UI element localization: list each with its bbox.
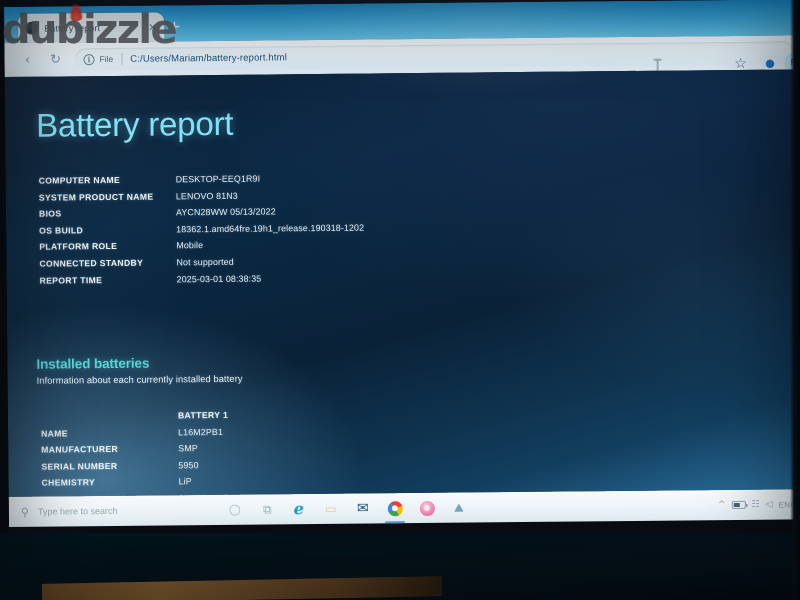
file-explorer-icon[interactable]: ▭ bbox=[315, 494, 347, 524]
table-header-row: BATTERY 1 bbox=[41, 410, 230, 428]
photos-icon[interactable]: ⛰ bbox=[443, 493, 475, 523]
network-icon[interactable]: ☷ bbox=[752, 499, 760, 509]
avatar-glyph: ● bbox=[765, 56, 775, 70]
edge-icon[interactable]: e bbox=[283, 494, 315, 524]
cortana-icon[interactable]: ○ bbox=[219, 495, 251, 525]
chrome-icon[interactable] bbox=[379, 493, 411, 524]
chevron-up-icon[interactable]: ^ bbox=[718, 500, 726, 510]
row-value: LiP bbox=[178, 476, 192, 487]
pink-app-glyph bbox=[419, 500, 435, 516]
installed-batteries-section: Installed batteries Information about ea… bbox=[36, 355, 242, 386]
edge-glyph: e bbox=[293, 499, 305, 519]
address-bar[interactable]: i File C:/Users/Mariam/battery-report.ht… bbox=[74, 40, 795, 71]
battery-report-page: Battery report COMPUTER NAME DESKTOP-EEQ… bbox=[4, 69, 800, 497]
reload-icon[interactable]: ↻ bbox=[44, 48, 66, 70]
battery-details-table: BATTERY 1 NAME L16M2PB1 MANUFACTURER SMP… bbox=[41, 410, 230, 497]
search-placeholder: Type here to search bbox=[37, 505, 118, 517]
laptop-screen: Battery report × + ‹ ↻ i File C:/Users/M… bbox=[4, 0, 800, 535]
row-label: MANUFACTURER bbox=[41, 444, 119, 455]
speaker-icon[interactable]: ◁ bbox=[766, 499, 773, 509]
divider bbox=[121, 52, 123, 65]
laptop-bezel-right bbox=[790, 0, 800, 600]
column-header-battery-1: BATTERY 1 bbox=[177, 409, 229, 421]
system-tray: ^ ☷ ◁ ENG bbox=[718, 499, 800, 510]
page-title: Battery report bbox=[35, 104, 234, 144]
task-view-glyph: ⧉ bbox=[262, 502, 271, 517]
row-value: L16M2PB1 bbox=[178, 426, 224, 437]
row-value: 18362.1.amd64fre.19h1_release.190318-120… bbox=[176, 222, 365, 235]
row-label: SERIAL NUMBER bbox=[41, 460, 118, 472]
browser-tab-title: Battery report bbox=[44, 22, 101, 34]
pink-app-icon[interactable] bbox=[411, 493, 443, 523]
row-label: OS BUILD bbox=[39, 225, 84, 236]
file-explorer-glyph: ▭ bbox=[325, 501, 337, 516]
row-label: NAME bbox=[41, 428, 68, 439]
search-icon: ⚲ bbox=[20, 505, 29, 519]
row-value: Not supported bbox=[176, 256, 234, 268]
row-label: CHEMISTRY bbox=[41, 477, 96, 489]
table-row: REPORT TIME 2025-03-01 08:38:35 bbox=[40, 272, 365, 292]
section-heading: Installed batteries bbox=[36, 355, 150, 372]
url-text: C:/Users/Mariam/battery-report.html bbox=[130, 51, 288, 65]
row-value: Mobile bbox=[176, 240, 204, 251]
table-row: MANUFACTURER SMP bbox=[41, 443, 230, 461]
back-icon[interactable]: ‹ bbox=[16, 49, 38, 71]
row-label: REPORT TIME bbox=[39, 274, 103, 286]
battery-icon[interactable] bbox=[731, 500, 746, 510]
row-value: 2025-03-01 08:38:35 bbox=[176, 273, 262, 284]
url-scheme-label: File bbox=[99, 53, 114, 65]
chrome-glyph bbox=[387, 500, 403, 516]
cortana-glyph: ○ bbox=[228, 501, 242, 518]
mail-glyph: ✉ bbox=[356, 500, 369, 517]
row-label: COMPUTER NAME bbox=[38, 174, 121, 186]
row-value: AYCN28WW 05/13/2022 bbox=[175, 206, 276, 218]
section-subtitle: Information about each currently install… bbox=[36, 373, 243, 386]
table-row: SERIAL NUMBER 5950 bbox=[41, 460, 230, 478]
windows-taskbar: ⚲ Type here to search ○ ⧉ e ▭ ✉ ⛰ ^ ☷ ◁ … bbox=[8, 489, 800, 527]
close-icon[interactable]: × bbox=[148, 21, 157, 34]
mail-icon[interactable]: ✉ bbox=[347, 493, 379, 523]
battery-fill bbox=[733, 502, 740, 508]
table-row: CHEMISTRY LiP bbox=[42, 476, 231, 494]
photo-of-laptop-screen: Battery report × + ‹ ↻ i File C:/Users/M… bbox=[0, 0, 800, 600]
page-favicon bbox=[25, 21, 39, 35]
row-label: PLATFORM ROLE bbox=[39, 241, 118, 253]
row-label: SYSTEM PRODUCT NAME bbox=[38, 191, 154, 203]
task-view-icon[interactable]: ⧉ bbox=[251, 494, 283, 524]
chrome-browser-window: Battery report × + ‹ ↻ i File C:/Users/M… bbox=[4, 0, 800, 497]
row-value: 5950 bbox=[178, 459, 199, 471]
new-tab-button[interactable]: + bbox=[168, 17, 181, 35]
row-value: SMP bbox=[178, 443, 198, 454]
row-label: BIOS bbox=[38, 208, 62, 219]
browser-tab-battery-report[interactable]: Battery report × bbox=[18, 12, 165, 43]
row-value: DESKTOP-EEQ1R9I bbox=[175, 173, 261, 185]
table-row: NAME L16M2PB1 bbox=[41, 426, 230, 444]
site-info-icon[interactable]: i bbox=[83, 53, 95, 65]
row-value: LENOVO 81N3 bbox=[175, 190, 238, 201]
system-info-table: COMPUTER NAME DESKTOP-EEQ1R9I SYSTEM PRO… bbox=[39, 173, 365, 292]
active-app-indicator bbox=[384, 521, 405, 524]
search-input[interactable]: ⚲ Type here to search bbox=[9, 495, 219, 527]
taskbar-pinned-apps: ○ ⧉ e ▭ ✉ ⛰ bbox=[219, 493, 475, 525]
row-label: CONNECTED STANDBY bbox=[39, 257, 144, 269]
photos-glyph: ⛰ bbox=[453, 500, 464, 515]
